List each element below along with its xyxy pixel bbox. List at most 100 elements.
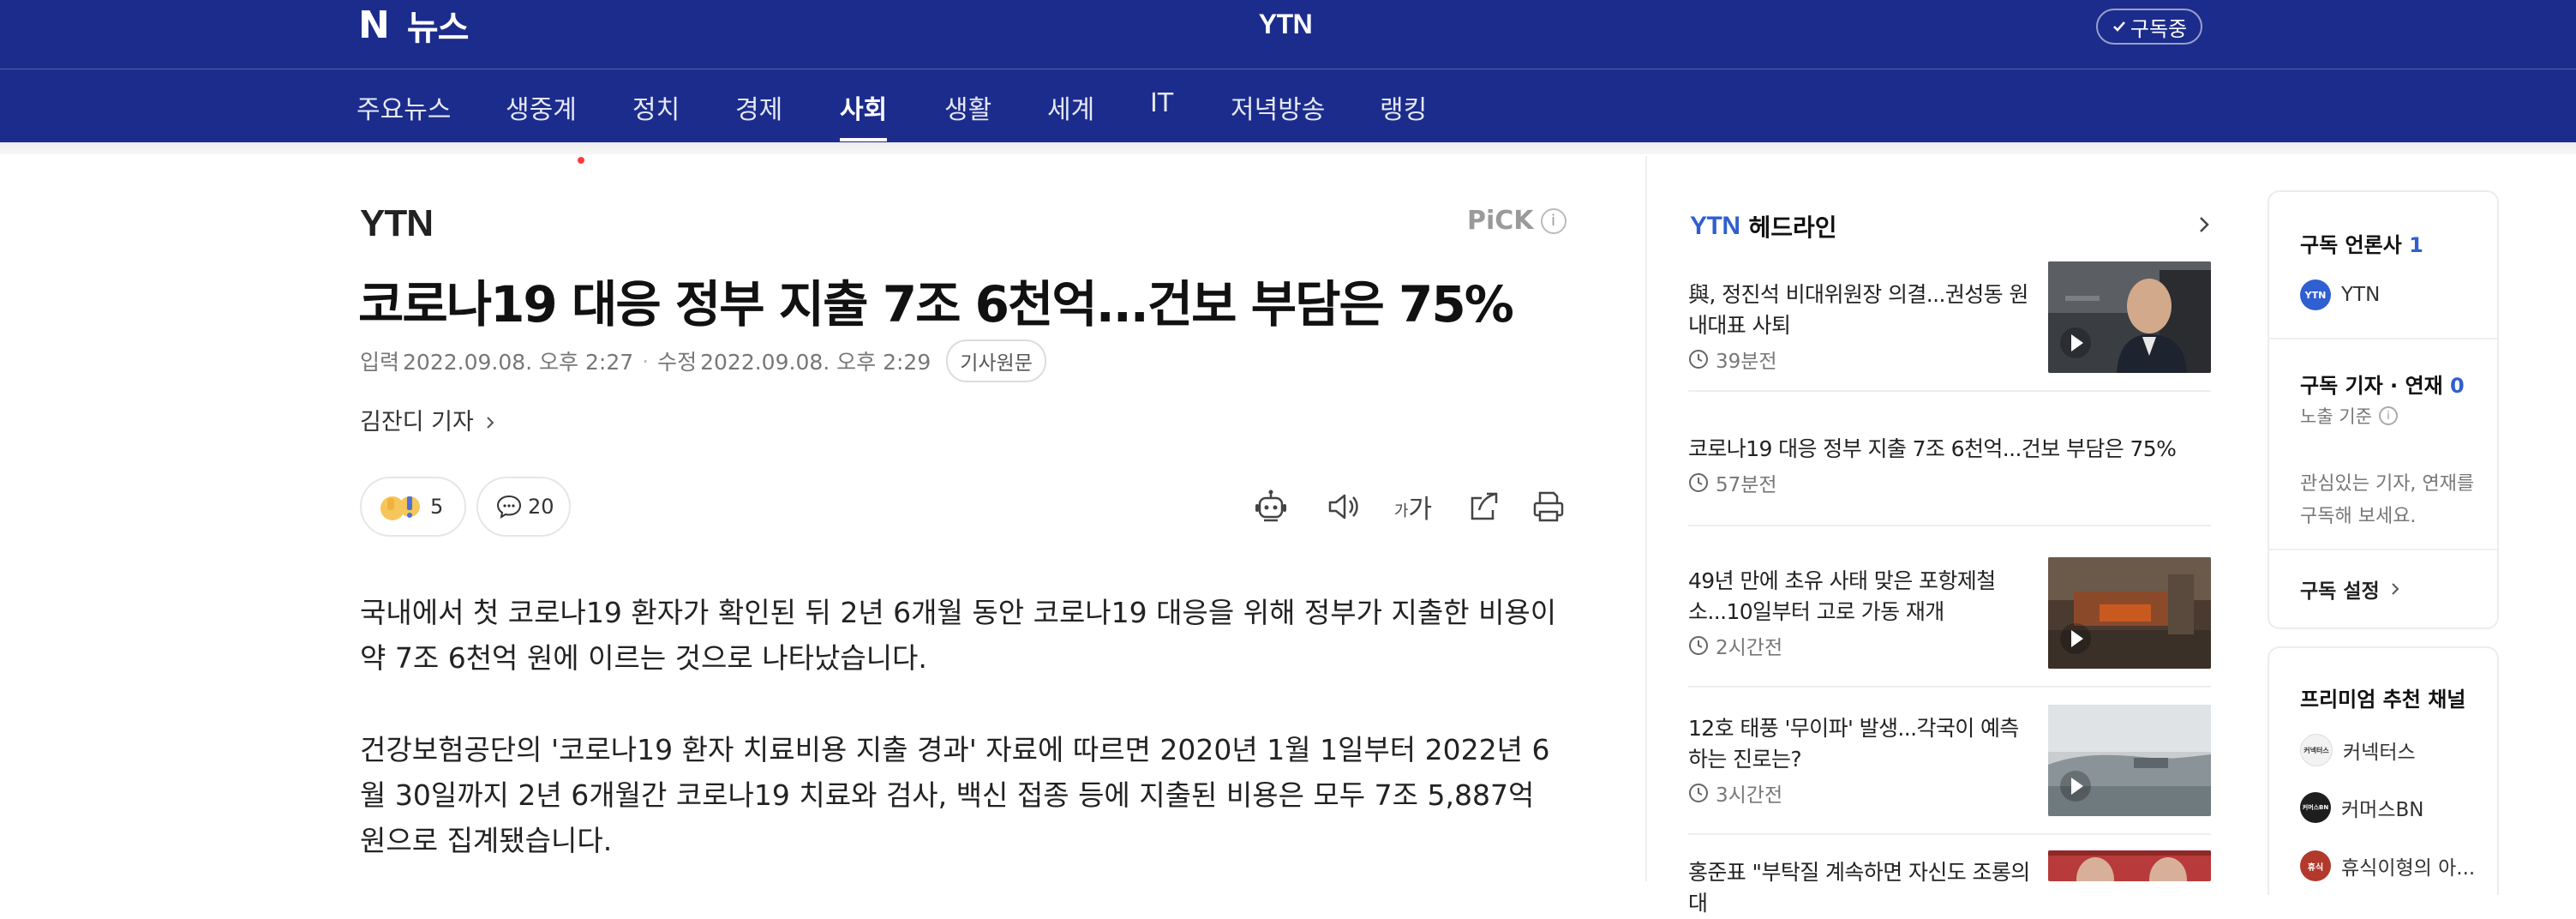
naver-logo-mark: N [358,3,390,47]
speaker-icon[interactable] [1323,487,1363,526]
naver-news-logo[interactable]: N 뉴스 [358,3,469,49]
nav-tab-society[interactable]: 사회 [840,88,888,141]
edit-label: 수정 [657,350,698,375]
headline-item-title: 49년 만에 초유 사태 맞은 포항제철소...10일부터 고로 가동 재개 [1688,568,1996,624]
article-press-logo[interactable]: YTN [360,202,434,245]
news-service-name: 뉴스 [406,9,470,48]
headline-thumbnail[interactable] [2048,850,2211,881]
reaction-button[interactable]: 5 [360,477,466,537]
premium-channel-item[interactable]: 커머스BN 커머스BN [2300,792,2423,823]
share-icon[interactable] [1464,487,1503,526]
headline-press-name: YTN [1690,212,1740,240]
pick-label: PiCK [1467,206,1534,236]
subscribed-reporter-header: 구독 기자 · 연재 0 [2300,374,2465,398]
premium-channel-header: 프리미엄 추천 채널 [2300,688,2466,712]
subscription-settings-link[interactable]: 구독 설정 [2300,574,2400,604]
check-icon [2112,21,2125,32]
headline-separator [1688,686,2211,688]
clock-icon [1689,636,1708,655]
clock-icon [1689,473,1708,492]
nav-tab-life[interactable]: 생활 [944,88,991,126]
nav-tab-it[interactable]: IT [1150,88,1173,118]
comment-count: 20 [528,495,554,519]
print-icon[interactable] [1529,487,1568,526]
nav-tab-evening[interactable]: 저녁방송 [1231,88,1325,126]
premium-channel-item[interactable]: 휴식 휴식이형의 아... [2300,850,2475,881]
headline-separator [1688,525,2211,526]
header-shadow [0,142,2576,154]
reaction-count: 5 [430,495,444,519]
subscribed-press-count: 1 [2409,233,2423,257]
press-name[interactable]: YTN [1200,9,1371,40]
input-time: 2022.09.08. 오후 2:27 [403,350,634,375]
empty-subscription-message: 관심있는 기자, 연재를 구독해 보세요. [2300,473,2475,527]
headline-item[interactable]: 코로나19 대응 정부 지출 7조 6천억...건보 부담은 75% 57분전 [1688,434,2211,497]
subscribed-press-name: YTN [2341,284,2381,306]
card-divider [2269,549,2497,550]
original-article-button[interactable]: 기사원문 [946,339,1046,382]
headline-thumbnail[interactable] [2048,705,2211,816]
headline-item-title: 홍준표 "부탁질 계속하면 자신도 조롱의 대 [1688,860,2030,916]
headline-item-title: 코로나19 대응 정부 지출 7조 6천억...건보 부담은 75% [1688,436,2177,461]
meta-separator: · [642,348,650,374]
premium-channel-card: 프리미엄 추천 채널 커넥터스 커넥터스 커머스BN 커머스BN 휴식 휴식이형… [2267,646,2499,895]
nav-tab-live[interactable]: 생중계 [506,88,577,126]
headline-item-title: 12호 태풍 '무이파' 발생...각국이 예측하는 진로는? [1688,716,2019,772]
subscribed-press-item[interactable]: YTN YTN [2300,279,2380,310]
headline-panel-title[interactable]: YTN 헤드라인 [1690,209,1837,243]
info-icon: i [2378,406,2398,425]
input-label: 입력 [360,350,400,375]
channel-name: 커넥터스 [2343,742,2416,764]
chevron-right-icon[interactable] [2196,213,2213,237]
press-avatar: YTN [2300,279,2331,310]
channel-avatar: 커넥터스 [2300,734,2333,766]
headline-separator [1688,390,2211,392]
subscribed-button[interactable]: 구독중 [2096,9,2202,45]
nav-tab-ranking[interactable]: 랭킹 [1380,88,1427,126]
live-indicator-dot [578,157,584,164]
nav-tab-politics[interactable]: 정치 [632,88,680,126]
robot-summary-icon[interactable] [1251,487,1291,526]
channel-avatar: 커머스BN [2300,792,2331,823]
reporter-link[interactable]: 김잔디 기자 [360,403,496,436]
subscribed-label: 구독중 [2130,16,2188,41]
column-divider [1645,156,1647,881]
nav-tab-economy[interactable]: 경제 [735,88,782,126]
comment-button[interactable]: 20 [476,477,571,537]
font-size-icon[interactable]: 가가 [1393,487,1433,526]
premium-channel-item[interactable]: 커넥터스 커넥터스 [2300,734,2416,766]
chevron-right-icon [2391,583,2399,595]
channel-name: 휴식이형의 아... [2341,857,2476,880]
clock-icon [1689,784,1708,802]
clock-icon [1689,350,1708,369]
headline-thumbnail[interactable] [2048,261,2211,373]
comment-icon [495,494,523,520]
headline-item-title: 與, 정진석 비대위원장 의결...권성동 원내대표 사퇴 [1688,282,2028,338]
article-meta: 입력 2022.09.08. 오후 2:27 · 수정 2022.09.08. … [360,339,1046,382]
chevron-right-icon [487,417,494,429]
exposure-criteria[interactable]: 노출 기준 i [2300,403,2398,429]
headline-panel-label: 헤드라인 [1748,213,1837,242]
nav-tab-main-news[interactable]: 주요뉴스 [356,88,451,126]
subscribed-press-header: 구독 언론사 1 [2300,233,2423,257]
reaction-emoji-icon [377,490,425,524]
channel-name: 커머스BN [2341,799,2424,821]
nav-tab-world[interactable]: 세계 [1047,88,1094,126]
headline-thumbnail[interactable] [2048,557,2211,669]
font-size-label: 가 [1408,495,1433,525]
card-divider [2269,338,2497,339]
channel-avatar: 휴식 [2300,850,2331,881]
reporter-name: 김잔디 기자 [360,409,474,435]
edit-time: 2022.09.08. 오후 2:29 [700,350,932,375]
category-nav: 주요뉴스 생중계 정치 경제 사회 생활 세계 IT 저녁방송 랭킹 [0,69,2576,164]
headline-item-time: 57분전 [1688,468,2211,497]
info-icon[interactable]: i [1540,207,1567,234]
subscribed-reporter-count: 0 [2450,374,2465,398]
article-headline: 코로나19 대응 정부 지출 7조 6천억...건보 부담은 75% [358,275,1514,333]
subscription-card: 구독 언론사 1 YTN YTN 구독 기자 · 연재 0 노출 기준 i 관심… [2267,190,2499,629]
headline-separator [1688,833,2211,835]
top-header: N 뉴스 YTN 구독중 [0,0,2576,69]
article-paragraph: 국내에서 첫 코로나19 환자가 확인된 뒤 2년 6개월 동안 코로나19 대… [360,596,1557,675]
pick-badge: PiCK i [1467,206,1567,236]
article-paragraph: 건강보험공단의 '코로나19 환자 치료비용 지출 경과' 자료에 따르면 20… [360,733,1550,857]
